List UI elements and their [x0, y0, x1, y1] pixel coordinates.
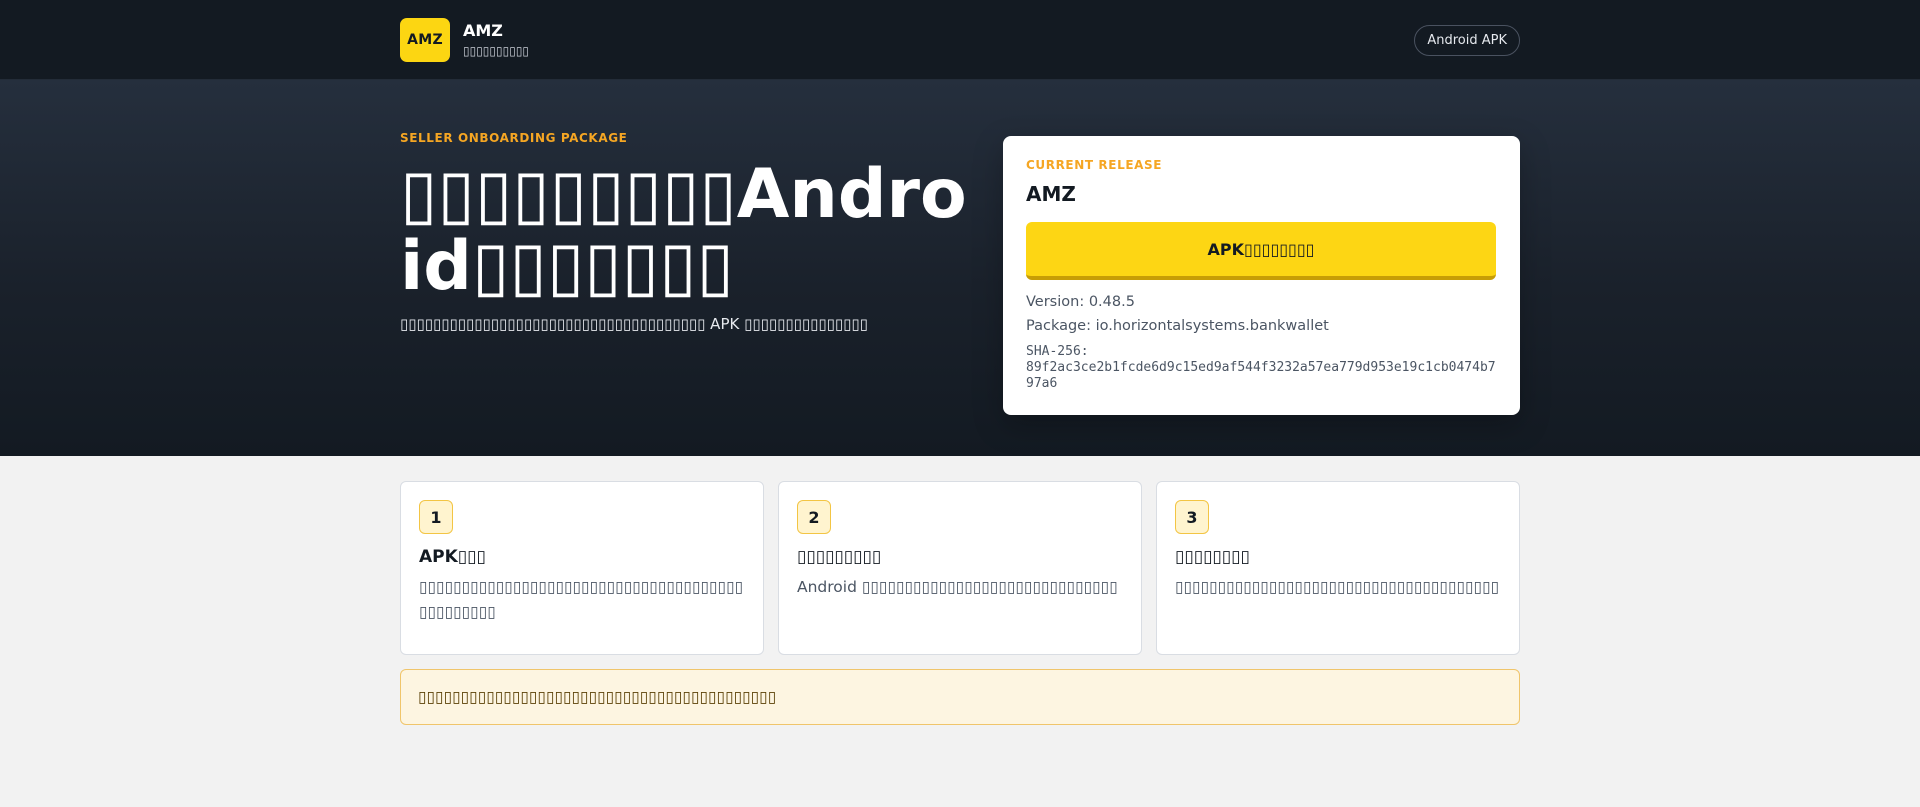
steps-list: 1 APK▯▯▯ ▯▯▯▯▯▯▯▯▯▯▯▯▯▯▯▯▯▯▯▯▯▯▯▯▯▯▯▯▯▯▯…: [400, 481, 1520, 655]
step-body: Android ▯▯▯▯▯▯▯▯▯▯▯▯▯▯▯▯▯▯▯▯▯▯▯▯▯▯▯▯▯▯: [797, 578, 1118, 596]
release-package: Package: io.horizontalsystems.bankwallet: [1026, 318, 1329, 334]
hero-section: SELLER ONBOARDING PACKAGE ▯▯▯▯▯▯▯▯▯Andro…: [0, 80, 1920, 456]
step-card: 3 ▯▯▯▯▯▯▯▯ ▯▯▯▯▯▯▯▯▯▯▯▯▯▯▯▯▯▯▯▯▯▯▯▯▯▯▯▯▯…: [1156, 481, 1520, 655]
step-card: 2 ▯▯▯▯▯▯▯▯▯ Android ▯▯▯▯▯▯▯▯▯▯▯▯▯▯▯▯▯▯▯▯…: [778, 481, 1142, 655]
sha-value: 89f2ac3ce2b1fcde6d9c15ed9af544f3232a57ea…: [1026, 360, 1496, 391]
brand-name: AMZ: [463, 21, 503, 40]
step-card: 1 APK▯▯▯ ▯▯▯▯▯▯▯▯▯▯▯▯▯▯▯▯▯▯▯▯▯▯▯▯▯▯▯▯▯▯▯…: [400, 481, 764, 655]
hero-intro: SELLER ONBOARDING PACKAGE ▯▯▯▯▯▯▯▯▯Andro…: [400, 80, 970, 456]
step-number: 2: [797, 500, 831, 534]
brand-logo: AMZ: [400, 18, 450, 62]
sha-label: SHA-256:: [1026, 344, 1089, 359]
step-body: ▯▯▯▯▯▯▯▯▯▯▯▯▯▯▯▯▯▯▯▯▯▯▯▯▯▯▯▯▯▯▯▯▯▯▯▯▯▯▯▯…: [419, 578, 744, 621]
step-number: 1: [419, 500, 453, 534]
step-title: ▯▯▯▯▯▯▯▯: [1175, 547, 1250, 567]
step-title: ▯▯▯▯▯▯▯▯▯: [797, 547, 882, 567]
release-title: AMZ: [1026, 182, 1076, 206]
notice-banner: ▯▯▯▯▯▯▯▯▯▯▯▯▯▯▯▯▯▯▯▯▯▯▯▯▯▯▯▯▯▯▯▯▯▯▯▯▯▯▯▯…: [400, 669, 1520, 725]
brand[interactable]: AMZ AMZ ▯▯▯▯▯▯▯▯▯▯: [400, 18, 529, 62]
hero-eyebrow: SELLER ONBOARDING PACKAGE: [400, 131, 628, 145]
release-version: Version: 0.48.5: [1026, 294, 1135, 310]
top-bar: AMZ AMZ ▯▯▯▯▯▯▯▯▯▯ Android APK: [0, 0, 1920, 80]
download-apk-button[interactable]: APK▯▯▯▯▯▯▯▯: [1026, 222, 1496, 280]
android-apk-pill[interactable]: Android APK: [1414, 24, 1520, 56]
step-body: ▯▯▯▯▯▯▯▯▯▯▯▯▯▯▯▯▯▯▯▯▯▯▯▯▯▯▯▯▯▯▯▯▯▯▯▯▯▯: [1175, 578, 1500, 596]
release-eyebrow: CURRENT RELEASE: [1026, 158, 1163, 172]
step-number: 3: [1175, 500, 1209, 534]
page-title: ▯▯▯▯▯▯▯▯▯Android▯▯▯▯▯▯▯: [400, 155, 967, 306]
release-sha: SHA-256: 89f2ac3ce2b1fcde6d9c15ed9af544f…: [1026, 344, 1497, 392]
main-content: 1 APK▯▯▯ ▯▯▯▯▯▯▯▯▯▯▯▯▯▯▯▯▯▯▯▯▯▯▯▯▯▯▯▯▯▯▯…: [400, 481, 1520, 725]
release-card: CURRENT RELEASE AMZ APK▯▯▯▯▯▯▯▯ Version:…: [1003, 136, 1520, 415]
hero-description: ▯▯▯▯▯▯▯▯▯▯▯▯▯▯▯▯▯▯▯▯▯▯▯▯▯▯▯▯▯▯▯▯▯▯▯▯▯ AP…: [400, 315, 868, 333]
step-title: APK▯▯▯: [419, 547, 486, 567]
brand-subtitle: ▯▯▯▯▯▯▯▯▯▯: [463, 44, 530, 58]
